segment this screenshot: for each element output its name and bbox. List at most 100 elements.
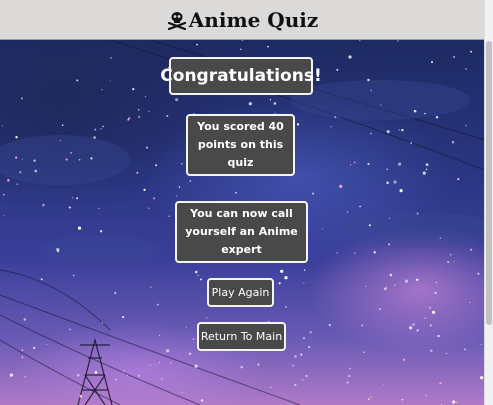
star (394, 284, 396, 286)
star (76, 197, 79, 200)
star (19, 171, 22, 174)
star (147, 207, 150, 210)
app-header: Anime Quiz (0, 0, 485, 40)
star (416, 278, 419, 281)
star (185, 326, 187, 328)
star (197, 274, 199, 277)
star (127, 374, 129, 376)
star (248, 102, 252, 106)
star (24, 376, 26, 378)
star (137, 109, 140, 111)
star (150, 286, 152, 288)
star (380, 104, 382, 106)
star (70, 152, 72, 154)
star (99, 230, 103, 233)
star (453, 260, 455, 262)
play-again-button[interactable]: Play Again (207, 278, 274, 307)
star (398, 129, 400, 131)
star (439, 237, 441, 239)
star (101, 88, 103, 91)
star (449, 253, 452, 256)
star (200, 278, 202, 281)
star (457, 178, 460, 181)
star (169, 362, 172, 364)
star (434, 291, 437, 294)
star (94, 128, 97, 131)
star (294, 355, 297, 358)
star (353, 161, 356, 164)
star (109, 80, 111, 82)
star (402, 358, 405, 361)
star (65, 158, 68, 161)
star (309, 331, 312, 334)
star (424, 112, 426, 115)
star (16, 183, 18, 185)
star (378, 307, 381, 311)
star (303, 337, 305, 340)
star (78, 158, 81, 161)
star (188, 352, 192, 356)
star (401, 128, 404, 132)
star (149, 364, 152, 367)
star (128, 117, 131, 120)
star (269, 99, 272, 101)
return-to-main-button[interactable]: Return To Main (197, 322, 286, 351)
star (292, 364, 295, 367)
star (178, 186, 181, 188)
star (143, 188, 146, 192)
star (389, 273, 393, 277)
star (68, 206, 71, 209)
star (439, 382, 442, 385)
star (241, 40, 244, 41)
star (431, 310, 436, 314)
star (194, 364, 198, 368)
star (278, 282, 281, 285)
star (348, 367, 351, 370)
star (71, 197, 74, 199)
star (90, 157, 93, 160)
star (452, 400, 456, 404)
star (330, 125, 332, 128)
score-text: You scored 40 points on this quiz (197, 120, 284, 169)
star (384, 287, 387, 291)
star (273, 102, 277, 105)
star (399, 189, 403, 193)
score-card: You scored 40 points on this quiz (186, 114, 295, 176)
star (136, 171, 139, 174)
page-scrollbar[interactable] (484, 0, 493, 405)
star (429, 324, 432, 327)
star (388, 217, 390, 219)
star (102, 125, 104, 128)
star (348, 55, 352, 59)
star (336, 252, 338, 254)
app-title: Anime Quiz (167, 8, 318, 32)
star (367, 398, 370, 401)
star (387, 243, 391, 246)
star (437, 334, 440, 338)
star (46, 343, 48, 345)
star (422, 171, 426, 175)
star (425, 394, 427, 397)
star (194, 270, 198, 274)
star (132, 88, 135, 91)
star (431, 61, 433, 64)
star (430, 349, 433, 353)
star (155, 164, 158, 167)
star (312, 192, 315, 195)
star (2, 193, 5, 196)
star (349, 164, 352, 166)
scrollbar-thumb[interactable] (486, 41, 492, 325)
star (370, 132, 372, 135)
star (453, 55, 456, 59)
star (93, 136, 96, 139)
star (328, 323, 331, 327)
return-to-main-label: Return To Main (200, 330, 283, 343)
star (410, 142, 412, 144)
star (480, 343, 482, 345)
star (79, 394, 83, 398)
star (303, 282, 305, 284)
star (425, 163, 429, 166)
star (445, 352, 448, 355)
congratulations-text: Congratulations! (160, 66, 322, 86)
star (148, 110, 150, 112)
